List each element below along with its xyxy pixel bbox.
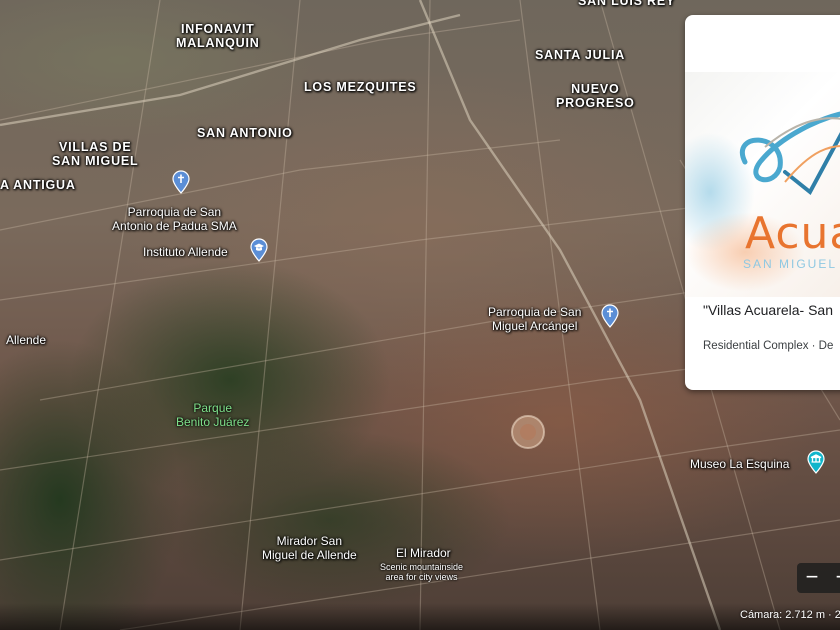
place-label-santa-julia: SANTA JULIA [535, 48, 626, 62]
place-info-card[interactable]: Acua SAN MIGUEL "Villas Acuarela- San Re… [685, 15, 840, 390]
status-bar [0, 603, 840, 630]
brand-logo-subtext: SAN MIGUEL [743, 257, 838, 271]
place-label-villas-de-san-miguel: VILLAS DE SAN MIGUEL [52, 140, 139, 168]
place-label-san-antonio: SAN ANTONIO [197, 126, 293, 140]
poi-label-el-mirador[interactable]: El Mirador [396, 546, 451, 560]
poi-label-museo-la-esquina[interactable]: Museo La Esquina [690, 457, 789, 471]
place-label-san-luis-rey: SAN LUIS REY [578, 0, 676, 8]
zoom-controls: − + [797, 563, 840, 593]
place-of-worship-pin-icon[interactable] [171, 170, 191, 194]
poi-description-el-mirador: Scenic mountainside area for city views [380, 562, 464, 582]
poi-label-allende[interactable]: Allende [6, 333, 46, 347]
park-label-benito-juarez[interactable]: Parque Benito Juárez [176, 401, 249, 429]
place-of-worship-pin-icon[interactable] [600, 304, 620, 328]
place-label-los-mezquites: LOS MEZQUITES [304, 80, 417, 94]
zoom-out-button[interactable]: − [797, 563, 827, 593]
place-label-infonavit-malanquin: INFONAVIT MALANQUIN [176, 22, 260, 50]
museum-pin-icon[interactable] [806, 450, 826, 474]
brand-logo-text: Acua [745, 208, 840, 259]
poi-label-parroquia-arcangel[interactable]: Parroquia de San Miguel Arcángel [488, 305, 581, 333]
poi-label-parroquia-padua[interactable]: Parroquia de San Antonio de Padua SMA [112, 205, 237, 233]
camera-altitude-readout: Cámara: 2.712 m · 2 [740, 609, 840, 621]
brand-logo-icon [740, 111, 840, 196]
place-title[interactable]: "Villas Acuarela- San [703, 302, 833, 318]
zoom-in-button[interactable]: + [827, 563, 840, 593]
place-label-antigua: A ANTIGUA [0, 178, 76, 192]
place-label-nuevo-progreso: NUEVO PROGRESO [556, 82, 635, 110]
place-photo[interactable]: Acua SAN MIGUEL [685, 72, 840, 297]
school-pin-icon[interactable] [249, 238, 269, 262]
poi-label-instituto-allende[interactable]: Instituto Allende [143, 245, 228, 259]
place-category: Residential Complex · De [703, 340, 834, 352]
poi-label-mirador-san-miguel[interactable]: Mirador San Miguel de Allende [262, 534, 357, 562]
